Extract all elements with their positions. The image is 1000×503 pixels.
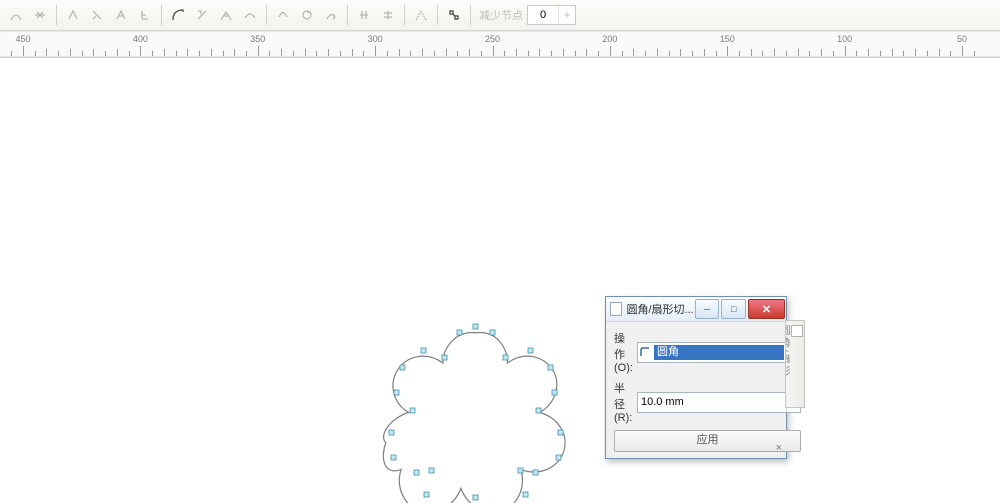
- radius-input[interactable]: [638, 396, 786, 408]
- cusp-node-icon[interactable]: [214, 3, 238, 27]
- apply-button[interactable]: 应用: [614, 430, 801, 452]
- add-node-icon[interactable]: [4, 3, 28, 27]
- horizontal-ruler: 450 400 350 300 250 200 150 100 50: [0, 31, 1000, 57]
- delete-node-icon[interactable]: [28, 3, 52, 27]
- reduce-nodes-label: 减少节点: [479, 7, 523, 23]
- drawing-canvas[interactable]: 圆角/扇形切... ─ □ ✕ 操作(O): 圆角 ▾ 半径(R): ▲ ▼: [0, 57, 1000, 503]
- separator: [56, 5, 57, 25]
- dialog-title-bar[interactable]: 圆角/扇形切... ─ □ ✕: [606, 297, 786, 322]
- docker-tab-label: 圆角/扇形...: [785, 325, 789, 392]
- operation-label: 操作(O):: [614, 330, 633, 374]
- operation-value: 圆角: [654, 345, 784, 360]
- symmetric-node-icon[interactable]: [271, 3, 295, 27]
- reverse-direction-icon[interactable]: [295, 3, 319, 27]
- node-tool-b-icon[interactable]: [133, 3, 157, 27]
- ruler-label: 50: [957, 34, 967, 44]
- reduce-nodes-spinner[interactable]: +: [527, 5, 576, 25]
- docker-tab[interactable]: 圆角/扇形...: [785, 320, 805, 408]
- to-curve-icon[interactable]: [166, 3, 190, 27]
- separator: [266, 5, 267, 25]
- close-button[interactable]: ✕: [748, 299, 785, 319]
- join-nodes-icon[interactable]: [61, 3, 85, 27]
- ruler-label: 150: [720, 34, 735, 44]
- ruler-label: 100: [837, 34, 852, 44]
- panel-close-icon[interactable]: ×: [776, 442, 782, 454]
- reflect-nodes-icon[interactable]: [409, 3, 433, 27]
- dialog-title: 圆角/扇形切...: [626, 301, 693, 317]
- ruler-label: 250: [485, 34, 500, 44]
- align-nodes-h-icon[interactable]: [352, 3, 376, 27]
- separator: [347, 5, 348, 25]
- radius-spinner[interactable]: ▲ ▼: [637, 392, 801, 413]
- node-tool-a-icon[interactable]: [109, 3, 133, 27]
- spinner-plus-icon[interactable]: +: [558, 6, 575, 24]
- fillet-icon: [638, 346, 652, 358]
- break-node-icon[interactable]: [85, 3, 109, 27]
- ruler-label: 200: [602, 34, 617, 44]
- elastic-mode-icon[interactable]: [442, 3, 466, 27]
- ruler-label: 300: [368, 34, 383, 44]
- fillet-dialog: 圆角/扇形切... ─ □ ✕ 操作(O): 圆角 ▾ 半径(R): ▲ ▼: [605, 296, 787, 459]
- main-toolbar: 减少节点 +: [0, 0, 1000, 31]
- ruler-label: 350: [250, 34, 265, 44]
- minimize-button[interactable]: ─: [695, 299, 720, 319]
- docker-tab-icon: [791, 325, 803, 337]
- radius-label: 半径(R):: [614, 380, 633, 424]
- separator: [437, 5, 438, 25]
- maximize-button[interactable]: □: [721, 299, 746, 319]
- selected-star-shape[interactable]: [378, 320, 583, 503]
- to-line-icon[interactable]: [190, 3, 214, 27]
- ruler-label: 400: [133, 34, 148, 44]
- separator: [470, 5, 471, 25]
- operation-combo[interactable]: 圆角 ▾: [637, 342, 801, 363]
- align-nodes-v-icon[interactable]: [376, 3, 400, 27]
- separator: [161, 5, 162, 25]
- dialog-icon: [610, 302, 622, 316]
- ruler-label: 450: [15, 34, 30, 44]
- smooth-node-icon[interactable]: [238, 3, 262, 27]
- reduce-nodes-input[interactable]: [528, 9, 558, 21]
- extend-curve-icon[interactable]: [319, 3, 343, 27]
- separator: [404, 5, 405, 25]
